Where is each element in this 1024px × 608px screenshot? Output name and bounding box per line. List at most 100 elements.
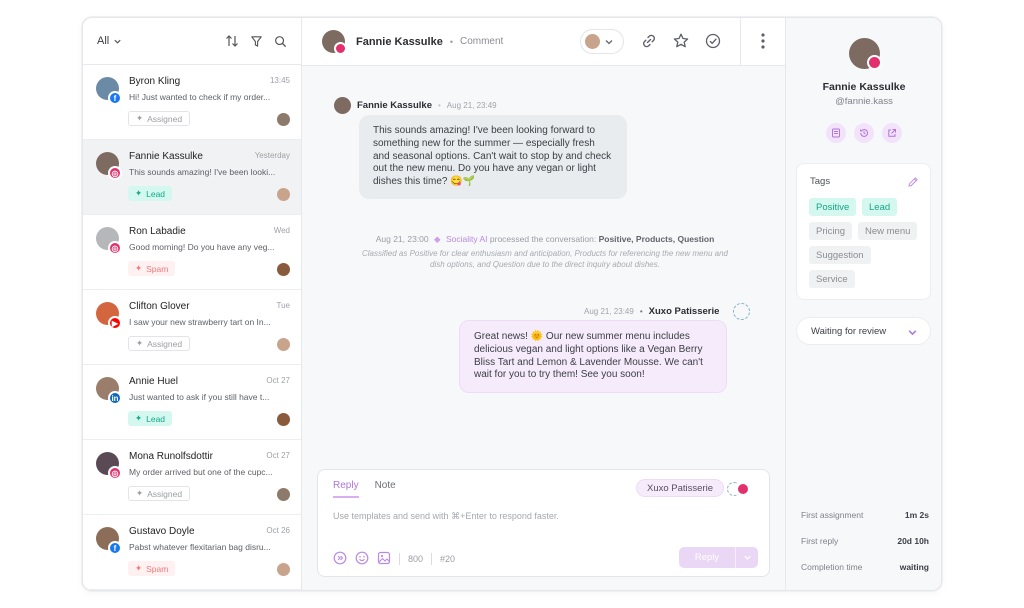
conversation-tag: ✦ Lead [128,411,173,426]
ai-note-line: Aug 21, 23:00 ◆ Sociality AI processed t… [362,234,728,245]
conversation-item[interactable]: f Gustavo Doyle Oct 26 Pabst whatever flexi… [83,515,301,590]
external-link-icon[interactable] [882,123,902,143]
tag-label: Lead [146,413,166,424]
search-icon[interactable] [273,34,287,48]
tag-chip[interactable]: New menu [858,222,918,240]
profile-handle: @fannie.kass [835,96,893,107]
conversation-item[interactable]: f Byron Kling 13:45 Hi! Just wanted to chec… [83,65,301,140]
conversation-time: Yesterday [254,151,290,160]
outgoing-message-meta: Aug 21, 23:49 • Xuxo Patisserie [584,303,751,320]
reply-input[interactable]: Use templates and send with ⌘+Enter to r… [333,511,559,522]
linkedin-icon: in [108,391,122,405]
tags-card: Tags Positive Lead Pricing New menu Suggesti… [796,163,931,300]
assignee-avatar [277,563,290,576]
conversation-item[interactable]: ◎ Fannie Kassulke Yesterday This sounds ama… [83,140,301,215]
check-circle-icon[interactable] [704,32,722,55]
conversation-type: Comment [459,36,504,47]
tag-chip[interactable]: Service [809,270,855,288]
conversation-time: Tue [276,301,291,310]
list-toolbar: All [83,18,301,65]
tab-note[interactable]: Note [375,480,396,498]
message-time: Aug 21, 23:49 [584,307,634,316]
chevron-down-icon [114,39,121,44]
brand-logo [733,303,751,320]
conversation-snippet: Good morning! Do you have any veg... [129,242,275,252]
stat-value: 1m 2s [904,510,929,520]
stat-label: Completion time [801,562,863,572]
separator-dot: • [437,101,441,110]
sparkle-icon: ✦ [135,413,143,423]
history-icon[interactable] [854,123,874,143]
conversation-header: Fannie Kassulke • Comment [302,18,785,66]
templates-icon[interactable] [333,551,347,567]
stat-label: First reply [801,536,839,546]
tag-chip[interactable]: Pricing [809,222,853,240]
stat-row: First assignment 1m 2s [801,510,929,520]
ai-action: processed the conversation: [489,234,597,244]
conversation-snippet: My order arrived but one of the cupc... [129,467,273,477]
instagram-icon [334,42,347,55]
conversation-name: Byron Kling [129,76,181,87]
tab-reply[interactable]: Reply [333,480,359,498]
reply-send-button[interactable]: Reply [679,547,758,568]
conversation-name: Clifton Glover [129,301,190,312]
hashtag-count: #20 [440,554,456,564]
sort-icon[interactable] [225,34,239,48]
avatar [334,97,351,114]
tag-label: Assigned [147,488,183,499]
ai-note-detail: Classified as Positive for clear enthusi… [362,249,728,269]
divider [431,553,433,565]
conversation-snippet: Just wanted to ask if you still have t..… [129,392,270,402]
tag-label: Spam [146,263,169,274]
incoming-message-meta: Fannie Kassulke • Aug 21, 23:49 [334,97,497,114]
separator-dot: • [449,36,453,47]
instagram-icon [867,55,882,70]
emoji-icon[interactable] [355,551,369,567]
divider [399,553,400,565]
image-icon[interactable] [377,551,391,567]
stat-row: First reply 20d 10h [801,536,929,546]
conversation-name: Ron Labadie [129,226,186,237]
filter-dropdown[interactable]: All [97,35,122,47]
sparkle-icon: ✦ [136,113,144,123]
tag-chip[interactable]: Suggestion [809,246,871,264]
conversation-time: Wed [273,226,290,235]
sender-name: Xuxo Patisserie [648,306,720,317]
conversation-time: Oct 27 [266,376,290,385]
star-icon[interactable] [672,32,690,55]
notes-icon[interactable] [826,123,846,143]
status-dropdown[interactable]: Waiting for review [796,317,931,345]
filter-icon[interactable] [249,34,263,48]
youtube-icon: ▶ [108,316,122,330]
conversation-tag: ✦ Assigned [128,486,191,501]
tag-label: Lead [146,188,166,199]
more-options-icon[interactable] [760,32,766,55]
sparkle-icon: ✦ [136,488,144,498]
facebook-icon: f [108,91,122,105]
tag-chip[interactable]: Lead [862,198,898,216]
link-icon[interactable] [640,32,658,55]
tag-icon: ◆ [434,234,441,244]
header-divider [740,18,741,66]
assignee-avatar [277,263,290,276]
tag-label: Assigned [147,113,183,124]
conversation-item[interactable]: ◎ Ron Labadie Wed Good morning! Do you have… [83,215,301,290]
chevron-down-icon[interactable] [735,547,758,568]
conversation-list-panel: All f Byron Kling 13:45 Hi! Just wanted to … [83,18,302,590]
sender-account-selector[interactable]: Xuxo Patisserie [635,479,724,497]
conversation-snippet: I saw your new strawberry tart on In... [129,317,271,327]
conversation-item[interactable]: ◎ Mona Runolfsdottir Oct 27 My order arrive… [83,440,301,515]
conversation-item[interactable]: in Annie Huel Oct 27 Just wanted to ask if … [83,365,301,440]
sparkle-icon: ✦ [135,563,143,573]
chevron-down-icon [605,39,613,44]
assignee-dropdown[interactable] [580,29,624,54]
pencil-icon[interactable] [907,175,919,193]
assignee-avatar [277,188,290,201]
sparkle-icon: ✦ [135,263,143,273]
tag-chip[interactable]: Positive [809,198,857,216]
outgoing-message-bubble: Great news! 🌞 Our new summer menu includ… [459,320,727,394]
conversation-time: Oct 26 [266,526,290,535]
tags-title: Tags [810,176,831,187]
facebook-icon: f [108,541,122,555]
conversation-item[interactable]: ▶ Clifton Glover Tue I saw your new strawbe… [83,290,301,365]
